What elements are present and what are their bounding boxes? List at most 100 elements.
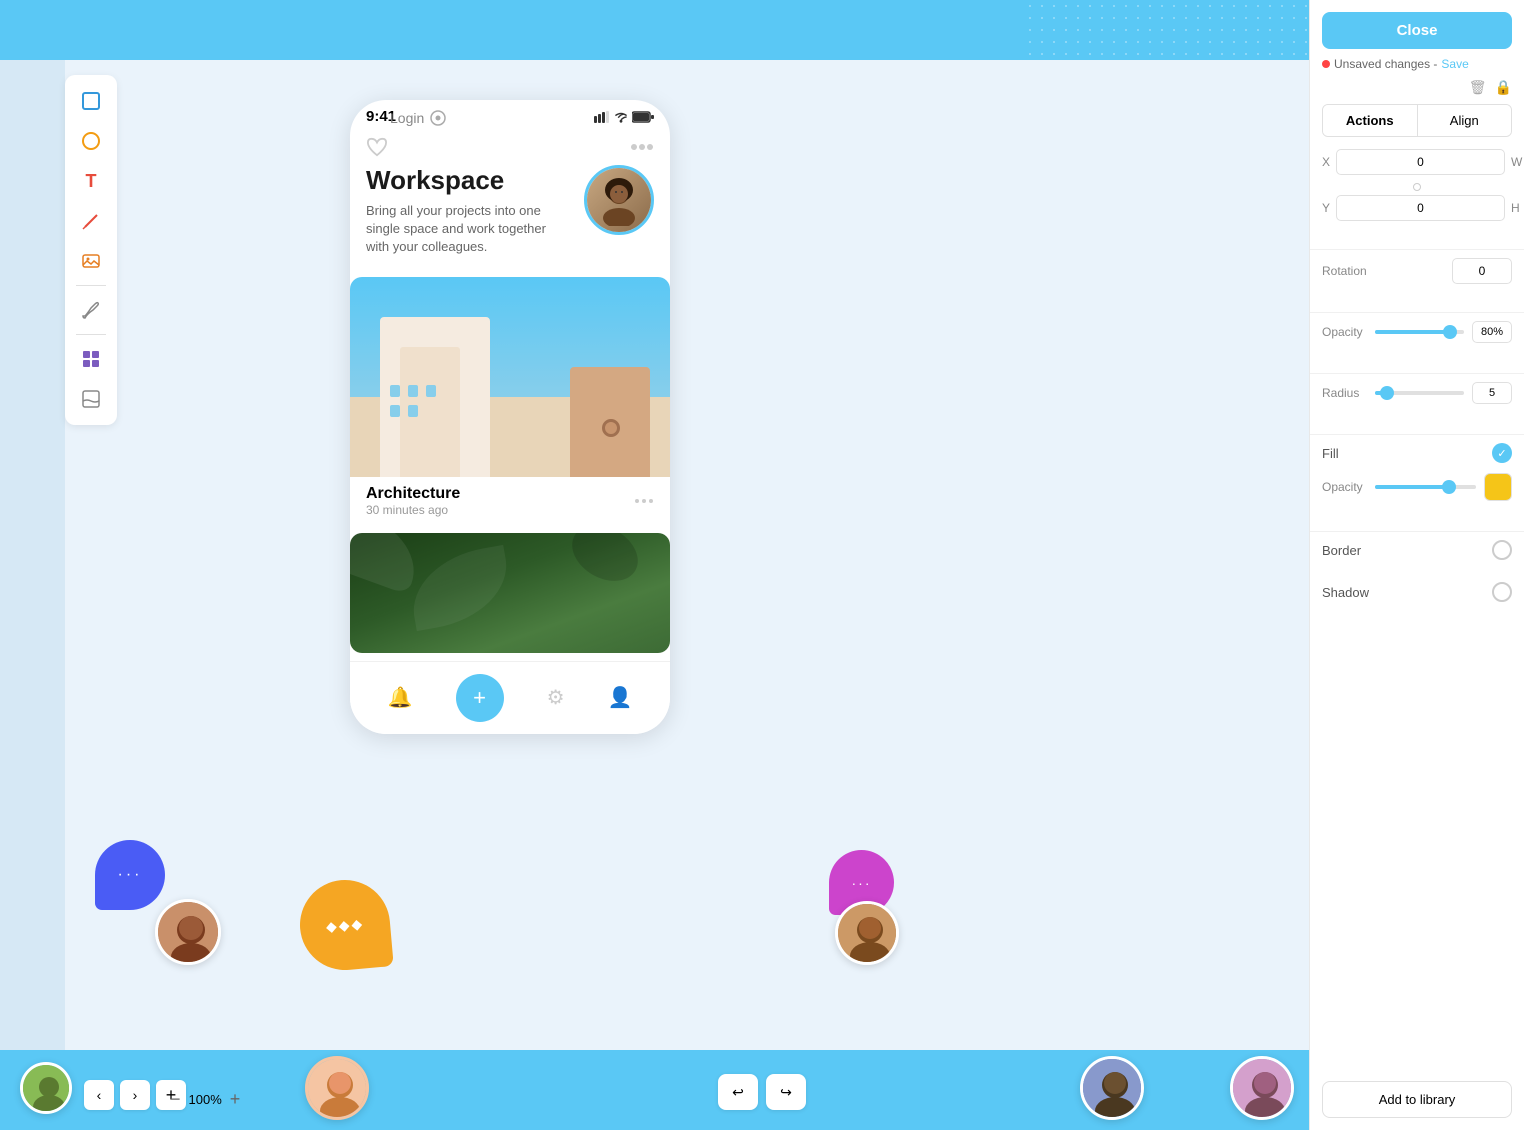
card-title: Architecture — [366, 485, 460, 503]
toolbar-text[interactable]: T — [73, 163, 109, 199]
profile-icon[interactable]: 👤 — [608, 685, 633, 710]
x-label: X — [1322, 155, 1330, 169]
radius-slider[interactable] — [1375, 391, 1464, 395]
fill-label: Fill — [1322, 446, 1339, 461]
left-toolbar: T — [65, 75, 117, 425]
undo-redo-controls: ↩ ↪ — [718, 1074, 806, 1110]
blue-chat-bubble: ··· — [95, 840, 165, 910]
radius-value[interactable] — [1472, 382, 1512, 404]
canvas-area — [65, 60, 1309, 1050]
opacity-value[interactable] — [1472, 321, 1512, 343]
phone-mockup: 9:41 Workspace Bring all your projects i… — [350, 100, 670, 734]
opacity-section: Opacity — [1310, 321, 1524, 365]
fill-opacity-label: Opacity — [1322, 480, 1367, 494]
icon-row: 🗑 🔒 — [1310, 79, 1524, 104]
yellow-chat-bubble: ◆◆◆ — [300, 880, 390, 970]
avatar-woman-1 — [305, 1056, 369, 1120]
undo-button[interactable]: ↩ — [718, 1074, 758, 1110]
opacity-label: Opacity — [1322, 325, 1367, 339]
fill-toggle[interactable]: ✓ — [1492, 443, 1512, 463]
card-footer: Architecture 30 minutes ago — [350, 477, 670, 525]
avatar-woman-3 — [1230, 1056, 1294, 1120]
lock-icon[interactable]: 🔒 — [1495, 79, 1512, 96]
h-label: H — [1511, 201, 1520, 215]
avatar-woman-2 — [1080, 1056, 1144, 1120]
card-time: 30 minutes ago — [366, 503, 460, 517]
more-icon[interactable] — [630, 143, 654, 151]
shadow-section: Shadow — [1310, 582, 1524, 624]
phone-title: Workspace — [366, 165, 572, 196]
shadow-toggle[interactable] — [1492, 582, 1512, 602]
zoom-controls: − 100% + — [170, 1089, 240, 1110]
zoom-out-button[interactable]: − — [170, 1089, 181, 1110]
divider5 — [1310, 531, 1524, 532]
tab-align[interactable]: Align — [1418, 105, 1512, 136]
color-swatch[interactable] — [1484, 473, 1512, 501]
next-page-button[interactable]: › — [120, 1080, 150, 1110]
border-toggle[interactable] — [1492, 540, 1512, 560]
radius-section: Radius — [1310, 382, 1524, 426]
phone-description: Bring all your projects into one single … — [366, 202, 572, 257]
divider1 — [1310, 249, 1524, 250]
avatar-page-user — [20, 1062, 72, 1114]
x-input[interactable] — [1336, 149, 1505, 175]
toolbar-image[interactable] — [73, 243, 109, 279]
login-label: Login — [390, 110, 446, 126]
toolbar-inbox[interactable] — [73, 381, 109, 417]
delete-icon[interactable]: 🗑 — [1469, 79, 1487, 96]
battery-icon — [632, 111, 654, 123]
toolbar-divider — [76, 285, 106, 286]
toolbar-square[interactable] — [73, 83, 109, 119]
radius-label: Radius — [1322, 386, 1367, 400]
unsaved-row: Unsaved changes - Save — [1310, 49, 1524, 79]
shadow-label: Shadow — [1322, 585, 1369, 600]
panel-tabs: Actions Align — [1322, 104, 1512, 137]
opacity-slider[interactable] — [1375, 330, 1464, 334]
y-input[interactable] — [1336, 195, 1505, 221]
border-label: Border — [1322, 543, 1361, 558]
card-more-icon[interactable] — [634, 497, 654, 505]
status-icons — [594, 111, 654, 123]
position-section: X W Y H — [1310, 149, 1524, 241]
save-link[interactable]: Save — [1441, 57, 1468, 71]
add-button[interactable]: + — [456, 674, 504, 722]
border-section: Border — [1310, 540, 1524, 582]
prev-page-button[interactable]: ‹ — [84, 1080, 114, 1110]
close-button[interactable]: Close — [1322, 12, 1512, 49]
leaves-card — [350, 533, 670, 653]
toolbar-grid[interactable] — [73, 341, 109, 377]
zoom-in-button[interactable]: + — [230, 1089, 241, 1110]
rotation-label: Rotation — [1322, 264, 1367, 278]
phone-nav: 🔔 + ⚙ 👤 — [350, 661, 670, 734]
rotation-input[interactable] — [1452, 258, 1512, 284]
add-to-library-button[interactable]: Add to library — [1322, 1081, 1512, 1118]
divider2 — [1310, 312, 1524, 313]
wifi-icon — [614, 111, 628, 123]
divider3 — [1310, 373, 1524, 374]
fill-section: Fill ✓ Opacity — [1310, 443, 1524, 523]
heart-icon[interactable] — [366, 137, 388, 157]
architecture-card: Architecture 30 minutes ago — [350, 277, 670, 525]
settings-icon[interactable] — [430, 110, 446, 126]
y-label: Y — [1322, 201, 1330, 215]
right-panel: Close Unsaved changes - Save 🗑 🔒 Actions… — [1309, 0, 1524, 1130]
top-bar — [0, 0, 1524, 60]
settings-icon[interactable]: ⚙ — [547, 685, 565, 710]
bell-icon[interactable]: 🔔 — [388, 685, 413, 710]
avatar-man-1 — [155, 899, 221, 965]
zoom-value: 100% — [189, 1092, 222, 1107]
phone-header — [350, 129, 670, 165]
link-toggle[interactable] — [1413, 183, 1421, 191]
toolbar-brush[interactable] — [73, 292, 109, 328]
avatar-man-2 — [835, 901, 899, 965]
toolbar-divider2 — [76, 334, 106, 335]
phone-avatar — [584, 165, 654, 235]
redo-button[interactable]: ↪ — [766, 1074, 806, 1110]
fill-opacity-slider[interactable] — [1375, 485, 1476, 489]
divider4 — [1310, 434, 1524, 435]
toolbar-circle[interactable] — [73, 123, 109, 159]
login-text: Login — [390, 110, 424, 126]
tab-actions[interactable]: Actions — [1323, 105, 1417, 136]
unsaved-text: Unsaved changes - — [1334, 57, 1437, 71]
toolbar-pen[interactable] — [73, 203, 109, 239]
